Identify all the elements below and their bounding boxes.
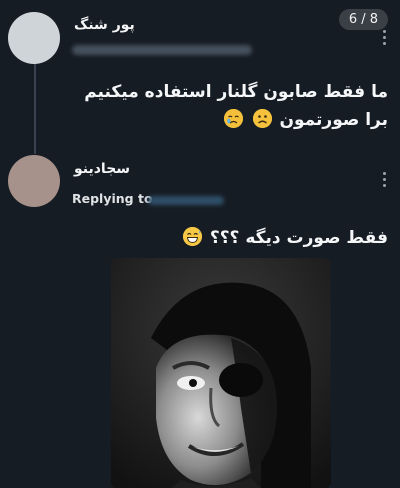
thread-line xyxy=(34,62,36,154)
image-counter: 6 / 8 xyxy=(338,9,388,30)
more-vertical-icon xyxy=(382,30,386,33)
tweet-text: فقط صورت دیگه ؟؟؟ xyxy=(66,224,388,252)
crying-face-icon xyxy=(223,109,243,128)
tweet-image[interactable] xyxy=(111,258,331,488)
tweet-text: ما فقط صابون گلنار استفاده میکنیم برا صو… xyxy=(66,78,388,134)
more-options-button[interactable] xyxy=(381,30,387,45)
more-vertical-icon xyxy=(382,172,386,175)
frowning-face-icon xyxy=(252,109,272,128)
author-name[interactable]: پور شنگ xyxy=(74,17,135,33)
more-options-button[interactable] xyxy=(381,172,387,187)
replying-to-label: Replying to xyxy=(72,191,153,206)
grinning-sweat-icon xyxy=(182,227,202,246)
replying-to-handle[interactable] xyxy=(148,196,224,205)
uncanny-face-image xyxy=(111,258,331,488)
avatar[interactable] xyxy=(8,155,60,207)
author-name[interactable]: سجادینو xyxy=(74,161,130,177)
avatar[interactable] xyxy=(8,12,60,64)
author-handle xyxy=(72,45,252,55)
tweet-body: فقط صورت دیگه ؟؟؟ xyxy=(209,228,388,248)
